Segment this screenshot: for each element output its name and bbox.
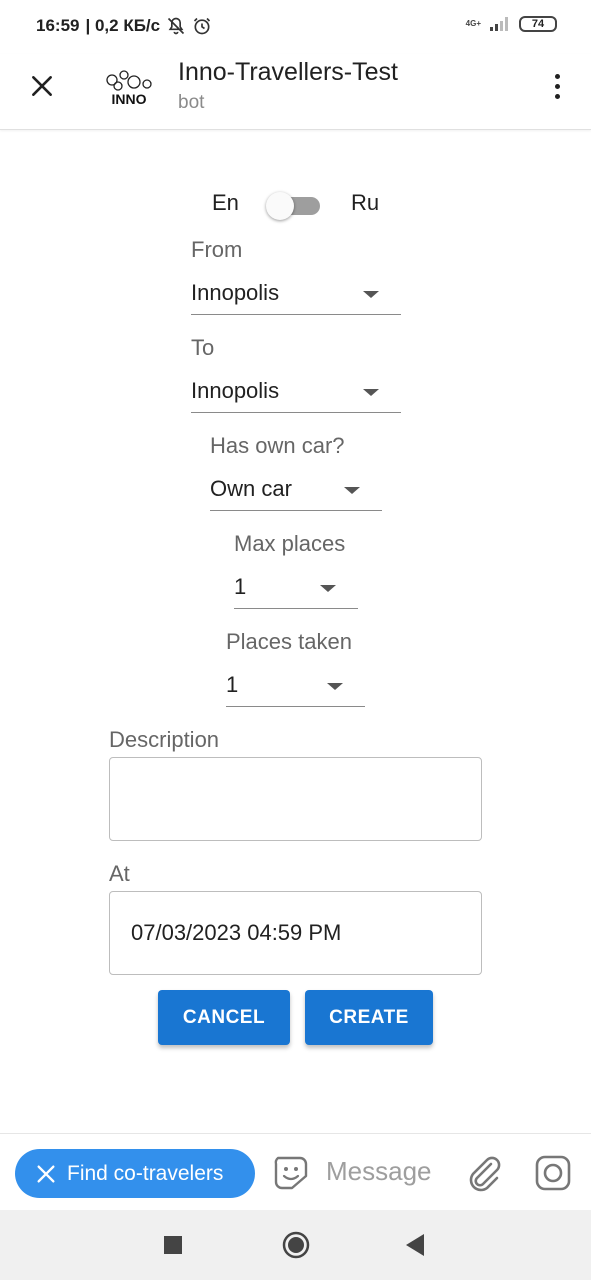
to-select[interactable]: Innopolis [191,369,401,413]
max-places-label: Max places [234,531,346,556]
lang-switch[interactable] [266,192,322,220]
datetime-value: 07/03/2023 04:59 PM [131,920,342,945]
network-type: 4G+ [465,19,481,28]
close-icon [32,76,52,96]
status-right: 4G+ 74 [466,16,557,32]
signal-icon [490,17,508,31]
close-icon [37,1164,55,1183]
from-select[interactable]: Innopolis [191,271,401,315]
datetime-field[interactable]: 07/03/2023 04:59 PM [109,891,482,975]
places-taken-label: Places taken [226,629,352,654]
more-vert-icon[interactable] [545,68,569,104]
places-taken-select[interactable]: 1 [226,663,365,707]
recents-icon[interactable] [164,1236,182,1254]
dropdown-arrow-icon [327,683,343,690]
status-time: 16:59 [36,16,80,35]
sticker-icon[interactable] [272,1154,310,1192]
close-button[interactable] [24,68,60,104]
car-value: Own car [210,475,292,501]
at-label: At [109,861,130,886]
dropdown-arrow-icon [363,389,379,396]
message-bar: Find co-travelers Message [0,1133,591,1210]
bot-logo-text: INNO [112,91,147,106]
find-co-travelers-button[interactable]: Find co-travelers [15,1149,255,1198]
dropdown-arrow-icon [363,291,379,298]
description-field[interactable] [109,757,482,841]
places-taken-value: 1 [226,671,239,697]
from-label: From [191,237,243,262]
cancel-button[interactable]: CANCEL [158,990,290,1045]
attach-icon[interactable] [463,1152,503,1192]
lang-label-en: En [212,190,239,215]
chat-title: Inno-Travellers-Test [178,58,398,86]
mute-icon [168,17,185,35]
home-icon[interactable] [282,1231,310,1259]
create-button-label: CREATE [329,1006,409,1028]
create-button[interactable]: CREATE [305,990,433,1045]
status-bar: 16:59 | 0,2 КБ/с 4G+ 74 [0,0,591,54]
to-value: Innopolis [191,377,280,403]
switch-thumb [266,192,294,220]
lang-label-ru: Ru [351,190,380,215]
bot-logo: INNO [106,70,152,106]
cancel-button-label: CANCEL [182,1006,266,1028]
message-input[interactable]: Message [326,1156,432,1187]
max-places-value: 1 [234,573,247,599]
max-places-select[interactable]: 1 [234,565,358,609]
status-left: 16:59 | 0,2 КБ/с [36,16,212,36]
car-label: Has own car? [210,433,345,458]
description-label: Description [109,727,220,752]
to-label: To [191,335,215,360]
battery-level: 74 [531,18,545,30]
camera-icon[interactable] [534,1154,572,1192]
dropdown-arrow-icon [320,585,336,592]
from-value: Innopolis [191,279,280,305]
chat-subtitle: bot [178,92,205,113]
car-select[interactable]: Own car [210,467,382,511]
find-co-travelers-label: Find co-travelers [67,1161,224,1185]
back-icon[interactable] [406,1234,424,1256]
dropdown-arrow-icon [344,487,360,494]
battery-icon: 74 [519,16,557,32]
system-nav-bar [0,1210,591,1280]
app-bar: INNO Inno-Travellers-Test bot [0,54,591,130]
alarm-icon [194,17,211,35]
status-speed: | 0,2 КБ/с [85,16,161,35]
